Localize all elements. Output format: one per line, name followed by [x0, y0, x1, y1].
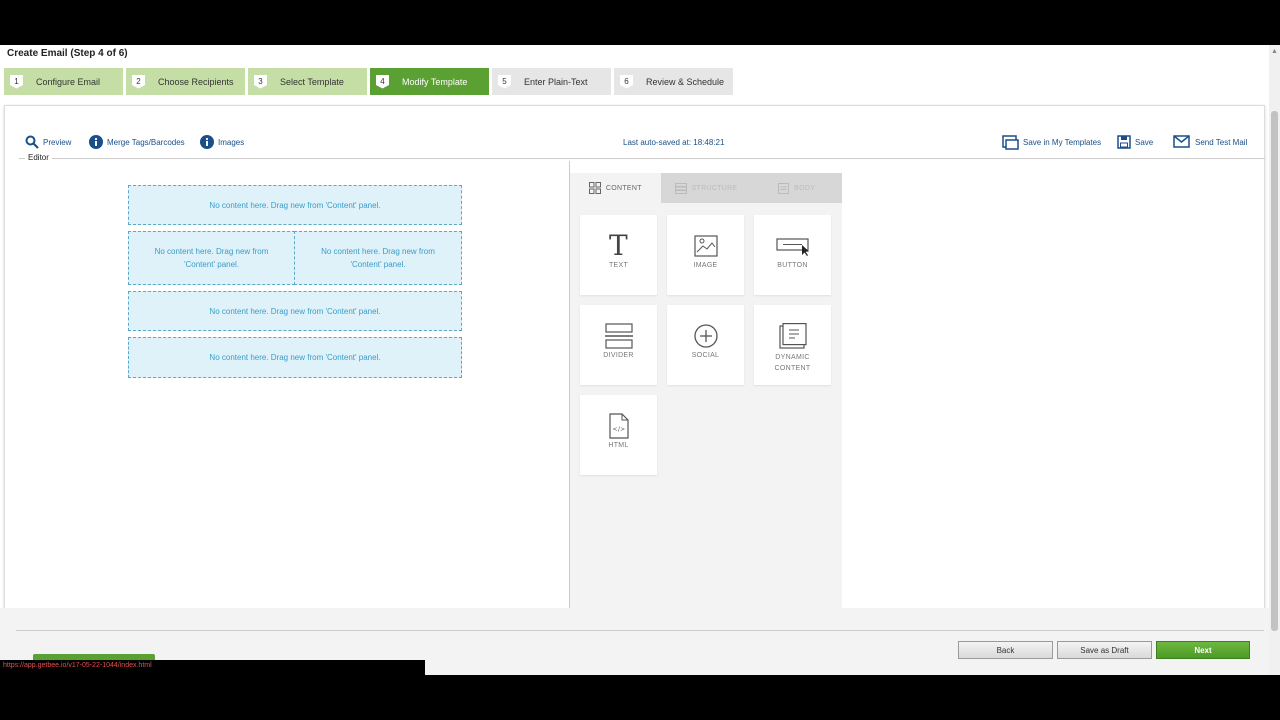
save-as-draft-button[interactable]: Save as Draft — [1057, 641, 1152, 659]
tab-content-label: CONTENT — [605, 184, 642, 192]
save-button[interactable]: Save — [1117, 135, 1153, 149]
preview-button[interactable]: Preview — [25, 135, 71, 149]
svg-text:</>: </> — [612, 426, 625, 433]
tab-structure[interactable]: STRUCTURE — [660, 173, 752, 203]
step-label: Choose Recipients — [158, 76, 234, 87]
text-icon: T — [609, 229, 628, 262]
html-block-label: HTML — [608, 442, 629, 449]
scroll-up-icon[interactable]: ▲ — [1271, 48, 1278, 55]
empty-row-slot[interactable]: No content here. Drag new from 'Content'… — [128, 185, 462, 225]
divider-icon — [604, 322, 634, 350]
save-in-my-templates-button[interactable]: Save in My Templates — [1002, 135, 1101, 150]
app-window: Create Email (Step 4 of 6) 1 Configure E… — [0, 45, 1280, 675]
image-block[interactable]: IMAGE — [667, 215, 744, 295]
empty-row-slot[interactable]: No content here. Drag new from 'Content'… — [128, 337, 462, 378]
dynamic-content-block[interactable]: DYNAMIC CONTENT — [754, 305, 831, 385]
save-in-my-templates-label: Save in My Templates — [1023, 138, 1102, 147]
page-title: Create Email (Step 4 of 6) — [7, 48, 128, 59]
next-button[interactable]: Next — [1156, 641, 1250, 659]
content-side-panel: CONTENT STRUCTURE BODY T TEXT IMAGE BUTT… — [570, 173, 843, 623]
step-label: Review & Schedule — [646, 76, 725, 87]
image-icon — [693, 232, 718, 260]
back-button[interactable]: Back — [958, 641, 1053, 659]
info-icon — [200, 135, 214, 149]
search-icon — [25, 135, 39, 149]
floppy-icon — [1117, 135, 1131, 149]
empty-column-slot-right[interactable]: No content here. Drag new from 'Content'… — [294, 231, 462, 285]
step-review-schedule[interactable]: 6 Review & Schedule — [614, 68, 733, 95]
send-test-mail-label: Send Test Mail — [1195, 137, 1248, 147]
email-canvas: No content here. Drag new from 'Content'… — [21, 161, 570, 622]
divider-block[interactable]: DIVIDER — [580, 305, 657, 385]
tab-body[interactable]: BODY — [751, 173, 843, 203]
step-label: Enter Plain-Text — [524, 76, 588, 87]
images-button[interactable]: Images — [200, 135, 244, 149]
step-configure-email[interactable]: 1 Configure Email — [4, 68, 123, 95]
grid-icon — [588, 182, 601, 194]
envelope-icon — [1173, 135, 1190, 148]
footer-divider — [16, 630, 1264, 631]
image-block-label: IMAGE — [693, 262, 718, 269]
body-icon — [778, 182, 790, 194]
page-scrollbar[interactable]: ▲ — [1269, 45, 1280, 675]
button-block-label: BUTTON — [777, 262, 808, 269]
step-number: 2 — [132, 74, 145, 89]
tab-structure-label: STRUCTURE — [691, 184, 738, 192]
html-file-icon: </> — [608, 412, 629, 440]
editor-toolbar: Preview Merge Tags/Barcodes Images Last … — [5, 106, 1264, 156]
empty-row-slot[interactable]: No content here. Drag new from 'Content'… — [128, 291, 462, 331]
merge-tags-label: Merge Tags/Barcodes — [107, 137, 185, 147]
step-number: 5 — [498, 74, 511, 89]
empty-column-slot-left[interactable]: No content here. Drag new from 'Content'… — [128, 231, 295, 285]
step-number: 1 — [10, 74, 23, 89]
info-icon — [89, 135, 103, 149]
step-number: 4 — [376, 74, 389, 89]
social-block[interactable]: SOCIAL — [667, 305, 744, 385]
dynamic-content-block-label: DYNAMIC CONTENT — [774, 354, 811, 372]
step-number: 3 — [254, 74, 267, 89]
text-block-label: TEXT — [608, 262, 629, 269]
step-enter-plain-text[interactable]: 5 Enter Plain-Text — [492, 68, 611, 95]
scrollbar-thumb[interactable] — [1271, 111, 1278, 631]
tab-body-label: BODY — [794, 184, 816, 192]
status-bar-url: https://app.getbee.io/v17-05-22-1044/ind… — [0, 660, 425, 675]
step-number: 6 — [620, 74, 633, 89]
step-label: Select Template — [280, 76, 344, 87]
autosave-status: Last auto-saved at: 18:48:21 — [623, 138, 725, 147]
side-panel-tabs: CONTENT STRUCTURE BODY — [570, 173, 843, 203]
button-block[interactable]: BUTTON — [754, 215, 831, 295]
social-block-label: SOCIAL — [691, 352, 720, 359]
save-label: Save — [1135, 137, 1154, 147]
dynamic-content-icon — [778, 322, 807, 350]
social-plus-icon — [693, 322, 719, 350]
images-label: Images — [218, 137, 245, 147]
merge-tags-button[interactable]: Merge Tags/Barcodes — [89, 135, 185, 149]
template-save-icon — [1002, 135, 1019, 150]
send-test-mail-button[interactable]: Send Test Mail — [1173, 135, 1247, 149]
tab-content[interactable]: CONTENT — [570, 173, 661, 203]
html-block[interactable]: </> HTML — [580, 395, 657, 475]
step-label: Modify Template — [402, 76, 468, 87]
preview-label: Preview — [43, 137, 72, 147]
text-block[interactable]: T TEXT — [580, 215, 657, 295]
divider-block-label: DIVIDER — [603, 352, 634, 359]
button-icon — [775, 232, 810, 260]
wizard-steps: 1 Configure Email 2 Choose Recipients 3 … — [4, 68, 733, 95]
step-choose-recipients[interactable]: 2 Choose Recipients — [126, 68, 245, 95]
step-select-template[interactable]: 3 Select Template — [248, 68, 367, 95]
step-label: Configure Email — [36, 76, 101, 87]
step-modify-template[interactable]: 4 Modify Template — [370, 68, 489, 95]
rows-icon — [674, 182, 687, 194]
editor-panel: Preview Merge Tags/Barcodes Images Last … — [4, 105, 1265, 623]
